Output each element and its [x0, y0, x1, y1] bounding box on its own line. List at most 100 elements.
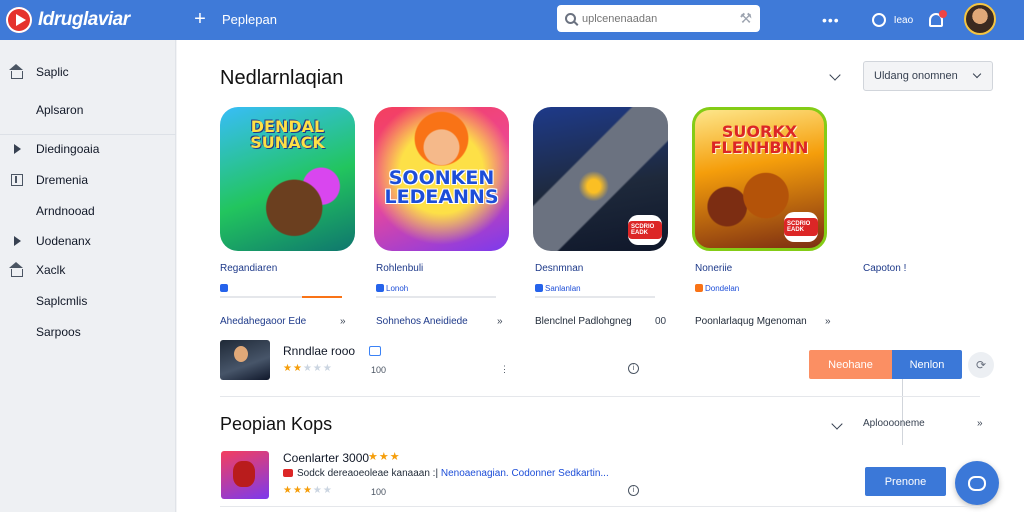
info-icon[interactable]: i — [628, 363, 639, 374]
sidebar-item-arndnooad[interactable]: Arndnooad — [0, 197, 176, 225]
card-meta-text: Lonoh — [386, 283, 409, 293]
sidebar-item-xaclk[interactable]: Xaclk — [0, 256, 176, 284]
section-title-featured: Nedlarnlaqian — [220, 67, 344, 89]
section-collapse-chevron-icon[interactable] — [829, 69, 841, 81]
game-card-1[interactable]: DENDAL SUNACK — [220, 107, 355, 251]
sidebar-item-label: Dremenia — [36, 173, 89, 187]
card-name[interactable]: Rohlenbuli — [376, 263, 423, 274]
notification-badge — [939, 10, 948, 18]
primary-button[interactable]: Prenone — [865, 467, 946, 496]
card-arrow[interactable]: » — [340, 316, 346, 327]
star-icon: ★ — [292, 485, 303, 496]
wrench-icon[interactable]: ⚒ — [739, 10, 752, 27]
featured-thumbnail[interactable] — [220, 340, 270, 380]
screen-icon — [369, 346, 381, 356]
rating-count: 100 — [371, 365, 387, 375]
sort-dropdown[interactable]: Uldang onomnen — [863, 61, 993, 91]
title-stars: ★★★ — [368, 451, 401, 463]
card-subtitle[interactable]: Blenclnel Padlohgneg — [535, 316, 632, 327]
sidebar-item-saplcmlis[interactable]: Saplcmlis — [0, 287, 176, 315]
sidebar-item-sarpoos[interactable]: Sarpoos — [0, 318, 176, 346]
card-art-title: SUORKX FLENHBNN — [710, 122, 809, 157]
home-icon — [9, 262, 23, 277]
section-title-popular: Peopian Kops — [220, 414, 333, 434]
card-arrow[interactable]: » — [825, 316, 831, 327]
refresh-icon[interactable]: ⟳ — [968, 352, 994, 378]
card-art-title: SOONKEN LEDEANNS — [384, 167, 499, 208]
section-divider — [220, 396, 980, 397]
primary-button[interactable]: Nenlon — [892, 350, 962, 379]
see-all-arrow[interactable]: » — [977, 418, 983, 429]
card-meta-text: Dondelan — [705, 283, 740, 293]
star-icon: ★ — [283, 363, 293, 374]
notification-bell-icon[interactable] — [929, 10, 948, 27]
card-art-title: DENDAL SUNACK — [250, 117, 325, 152]
card-subtitle[interactable]: Sohnehos Aneidiede — [376, 316, 468, 327]
card-progress — [535, 296, 655, 298]
card-subtitle[interactable]: Ahedahegaoor Ede — [220, 316, 306, 327]
rating-stars: ★★★★★ — [283, 485, 333, 496]
star-icon: ★ — [322, 363, 333, 374]
see-all-link[interactable]: Aplooooneme — [863, 418, 925, 429]
card-meta: Dondelan — [695, 282, 739, 294]
star-icon: ★ — [312, 363, 323, 374]
card-badge-label: SCDRIO EADK — [784, 218, 818, 236]
info-icon[interactable]: i — [628, 485, 639, 496]
play-icon — [14, 236, 21, 246]
sidebar-item-dremenia[interactable]: Dremenia — [0, 166, 176, 194]
card-arrow[interactable]: » — [497, 316, 503, 327]
rating-count: 100 — [371, 487, 387, 497]
sidebar-item-diedingoaia[interactable]: Diedingoaia — [0, 135, 176, 163]
sidebar-item-saplic[interactable]: Saplic — [0, 58, 176, 86]
sidebar-item-label: Saplcmlis — [36, 294, 88, 308]
top-actions: ••• Ieao — [822, 0, 948, 40]
sidebar-item-uodenanx[interactable]: Uodenanx — [0, 227, 176, 255]
card-name[interactable]: Capoton ! — [863, 263, 906, 274]
chat-icon[interactable] — [871, 13, 886, 27]
chat-bubble-icon — [968, 475, 986, 491]
nav-link[interactable]: Peplepan — [222, 12, 277, 27]
more-options-icon[interactable]: ⋮ — [500, 364, 509, 375]
game-card-2[interactable]: SOONKEN LEDEANNS — [374, 107, 509, 251]
star-icon: ★ — [312, 485, 323, 496]
sidebar-item-label: Sarpoos — [36, 325, 81, 339]
section-collapse-chevron-icon[interactable] — [831, 418, 843, 430]
sidebar: Saplic Aplsaron Diedingoaia Dremenia Arn… — [0, 40, 176, 512]
dropdown-value: Uldang onomnen — [874, 70, 958, 82]
card-progress — [220, 296, 342, 298]
thumbs-up-icon — [220, 284, 228, 292]
featured-title[interactable]: Rnndlae rooo — [283, 344, 355, 358]
game-card-3[interactable]: SCDRIO EADK — [533, 107, 668, 251]
desc-link[interactable]: Nenoaenagian. Codonner Sedkartin... — [441, 468, 609, 479]
card-arrow[interactable]: 00 — [655, 316, 666, 327]
app-logo[interactable]: Idruglaviar — [6, 7, 130, 33]
card-progress — [376, 296, 496, 298]
desc-separator: :| — [432, 468, 439, 479]
app-title[interactable]: Coenlarter 3000 — [283, 451, 369, 465]
card-badge: SCDRIO EADK — [628, 215, 662, 245]
secondary-button[interactable]: Neohane — [809, 350, 892, 379]
app-thumbnail[interactable] — [221, 451, 269, 499]
sidebar-item-label: Arndnooad — [36, 204, 95, 218]
add-button[interactable]: + — [192, 8, 208, 30]
star-icon: ★ — [283, 485, 293, 496]
sidebar-item-aplsaron[interactable]: Aplsaron — [0, 96, 176, 124]
card-meta: Sanlanlan — [535, 282, 581, 294]
card-name[interactable]: Desnmnan — [535, 263, 583, 274]
card-name[interactable]: Noneriie — [695, 263, 732, 274]
sidebar-item-label: Saplic — [36, 65, 69, 79]
sidebar-item-label: Uodenanx — [36, 234, 91, 248]
game-card-4[interactable]: SUORKX FLENHBNN SCDRIO EADK — [692, 107, 827, 251]
card-meta-text: Sanlanlan — [545, 283, 581, 293]
user-avatar[interactable] — [964, 3, 996, 35]
sidebar-item-label: Aplsaron — [36, 103, 84, 117]
play-icon — [14, 144, 21, 154]
chat-fab[interactable] — [955, 461, 999, 505]
chat-label[interactable]: Ieao — [894, 15, 913, 26]
card-subtitle[interactable]: Poonlarlaqug Mgenoman — [695, 316, 807, 327]
search-input[interactable] — [582, 12, 732, 25]
sidebar-item-label: Xaclk — [36, 263, 66, 277]
card-name[interactable]: Regandiaren — [220, 263, 277, 274]
star-icon: ★ — [292, 363, 303, 374]
more-menu-icon[interactable]: ••• — [822, 12, 840, 28]
